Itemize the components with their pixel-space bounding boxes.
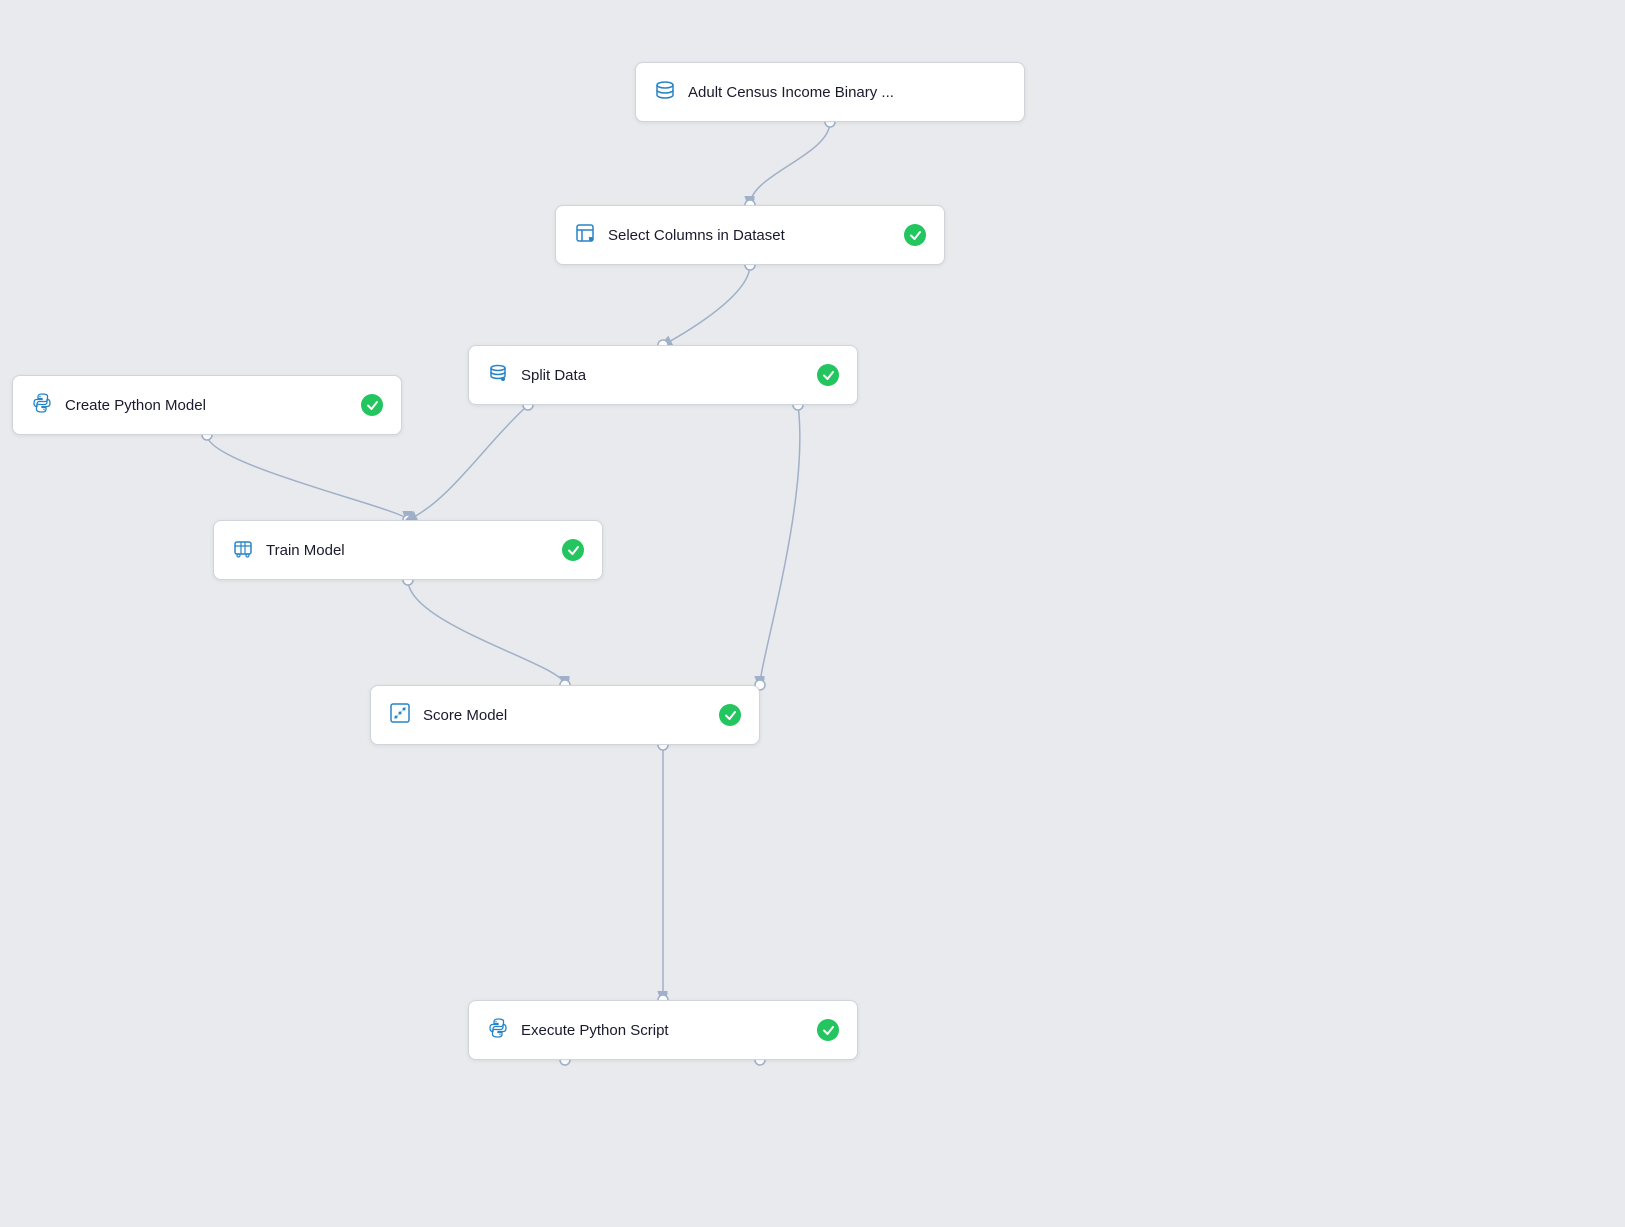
node-create-python[interactable]: Create Python Model xyxy=(12,375,402,435)
check-badge-execute-python xyxy=(817,1019,839,1041)
check-badge-score-model xyxy=(719,704,741,726)
node-score-model[interactable]: Score Model xyxy=(370,685,760,745)
python-icon xyxy=(31,392,53,419)
execute-python-icon xyxy=(487,1017,509,1044)
node-execute-python[interactable]: Execute Python Script xyxy=(468,1000,858,1060)
node-select-columns[interactable]: Select Columns in Dataset xyxy=(555,205,945,265)
database-icon xyxy=(654,79,676,106)
node-execute-python-label: Execute Python Script xyxy=(521,1022,805,1039)
select-columns-icon xyxy=(574,222,596,249)
split-icon xyxy=(487,362,509,389)
check-badge-train-model xyxy=(562,539,584,561)
check-badge-split-data xyxy=(817,364,839,386)
train-icon xyxy=(232,537,254,564)
node-adult-census[interactable]: Adult Census Income Binary ... xyxy=(635,62,1025,122)
check-badge-create-python xyxy=(361,394,383,416)
score-icon xyxy=(389,702,411,729)
node-score-model-label: Score Model xyxy=(423,707,707,724)
node-split-data-label: Split Data xyxy=(521,367,805,384)
node-train-model-label: Train Model xyxy=(266,542,550,559)
check-badge-select-columns xyxy=(904,224,926,246)
node-split-data[interactable]: Split Data xyxy=(468,345,858,405)
node-select-columns-label: Select Columns in Dataset xyxy=(608,227,892,244)
node-create-python-label: Create Python Model xyxy=(65,397,349,414)
node-adult-census-label: Adult Census Income Binary ... xyxy=(688,84,1006,101)
node-train-model[interactable]: Train Model xyxy=(213,520,603,580)
